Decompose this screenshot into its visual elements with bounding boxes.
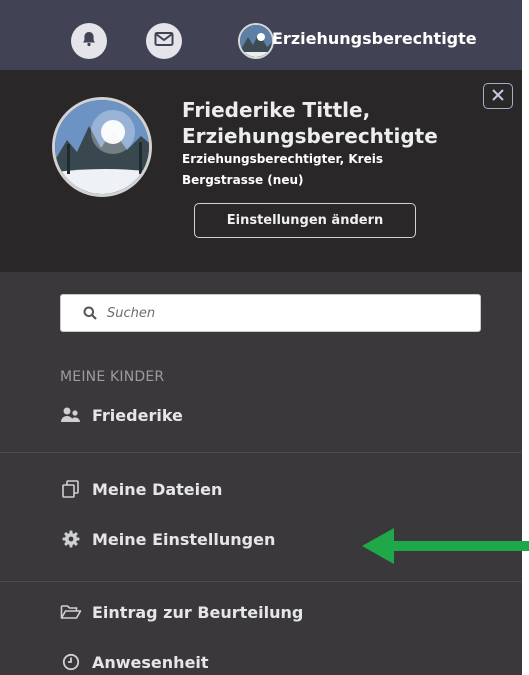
child-item-friederike[interactable]: Friederike bbox=[60, 405, 183, 425]
search-input[interactable]: Suchen bbox=[60, 294, 481, 332]
green-arrow-annotation bbox=[362, 528, 529, 564]
menu-item-settings[interactable]: Meine Einstellungen bbox=[60, 529, 275, 549]
children-section-heading: MEINE KINDER bbox=[60, 369, 165, 385]
menu-item-label: Meine Dateien bbox=[92, 479, 223, 499]
clock-icon bbox=[60, 652, 82, 672]
bell-icon bbox=[80, 30, 98, 52]
profile-avatar bbox=[52, 97, 152, 197]
gear-icon bbox=[60, 529, 82, 549]
menu-item-files[interactable]: Meine Dateien bbox=[60, 479, 222, 499]
navigation-panel: Erziehungsberechtigte Friederike Tittle,… bbox=[0, 0, 522, 675]
files-icon bbox=[60, 479, 82, 499]
menu-item-label: Meine Einstellungen bbox=[92, 529, 276, 549]
mail-icon bbox=[154, 31, 174, 51]
search-icon bbox=[83, 306, 97, 320]
user-avatar-small[interactable] bbox=[238, 23, 274, 59]
close-icon bbox=[491, 87, 505, 106]
profile-section: Friederike Tittle, Erziehungsberechtigte… bbox=[0, 70, 522, 272]
messages-button[interactable] bbox=[146, 23, 182, 59]
close-button[interactable] bbox=[483, 83, 513, 109]
child-name: Friederike bbox=[92, 405, 183, 425]
menu-item-assessment[interactable]: Eintrag zur Beurteilung bbox=[60, 602, 303, 622]
menu-item-label: Eintrag zur Beurteilung bbox=[92, 602, 304, 622]
menu-item-attendance[interactable]: Anwesenheit bbox=[60, 652, 209, 672]
divider bbox=[0, 581, 522, 582]
profile-name: Friederike Tittle, Erziehungsberechtigte bbox=[182, 98, 438, 148]
search-placeholder: Suchen bbox=[107, 305, 156, 321]
divider bbox=[0, 452, 522, 453]
top-bar: Erziehungsberechtigte bbox=[0, 0, 522, 70]
profile-role: Erziehungsberechtigter, Kreis Bergstrass… bbox=[182, 152, 383, 187]
current-role-label[interactable]: Erziehungsberechtigte bbox=[272, 29, 477, 48]
folder-open-icon bbox=[60, 602, 82, 622]
change-settings-button[interactable]: Einstellungen ändern bbox=[194, 203, 416, 238]
notifications-button[interactable] bbox=[71, 23, 107, 59]
children-icon bbox=[60, 405, 82, 425]
menu-item-label: Anwesenheit bbox=[92, 652, 209, 672]
